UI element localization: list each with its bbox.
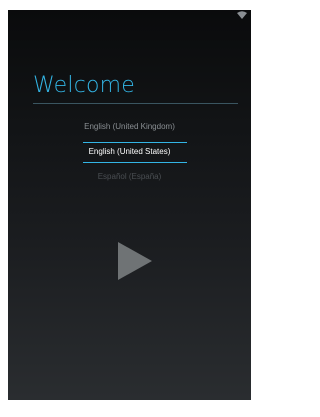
start-button[interactable]	[114, 238, 158, 282]
language-option[interactable]: English (United Kingdom)	[8, 122, 251, 131]
title-divider	[33, 103, 238, 104]
selection-divider-bottom	[83, 162, 187, 163]
device-frame: Welcome English (United Kingdom) English…	[0, 0, 259, 417]
page-title: Welcome	[33, 73, 136, 98]
wifi-icon	[237, 11, 247, 19]
language-option-selected[interactable]: English (United States)	[8, 147, 251, 156]
play-icon	[118, 242, 152, 280]
setup-screen: Welcome English (United Kingdom) English…	[8, 10, 251, 400]
language-option[interactable]: Español (España)	[8, 172, 251, 181]
status-bar	[8, 10, 251, 22]
selection-divider-top	[83, 142, 187, 143]
